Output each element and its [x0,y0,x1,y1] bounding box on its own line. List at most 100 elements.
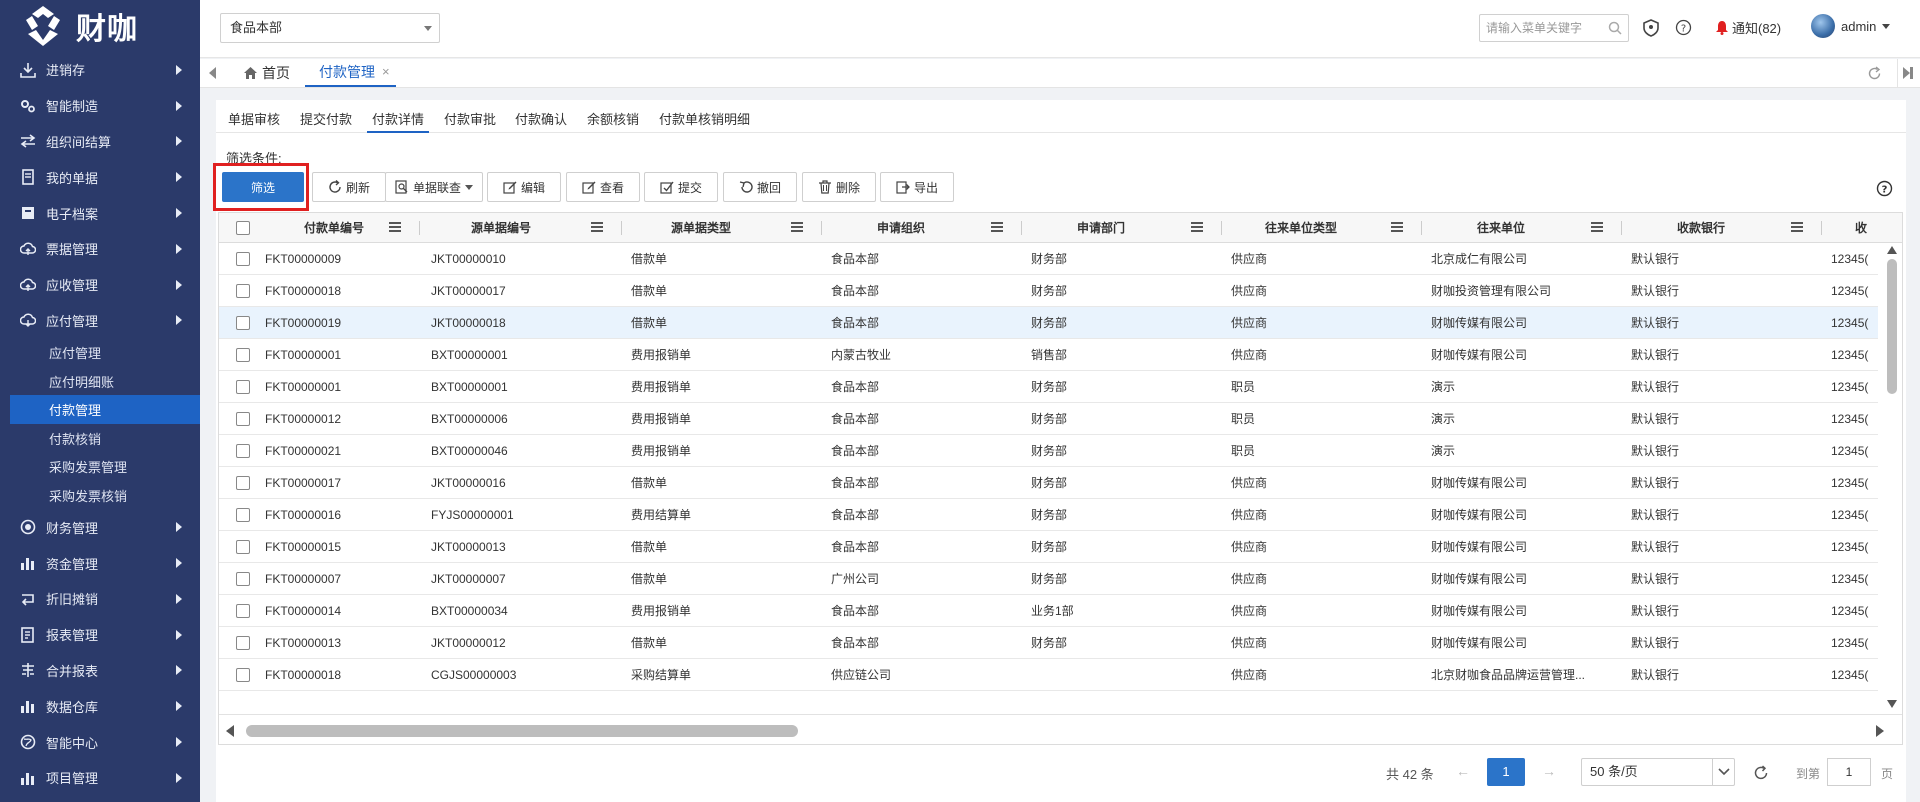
sidebar-item[interactable]: 财务管理 [0,509,200,545]
column-header[interactable]: 源单据编号 [431,213,571,243]
sidebar-subitem[interactable]: 采购发票核销 [0,481,200,510]
filter-button[interactable]: 筛选 [222,172,304,202]
table-row[interactable]: FKT00000018 JKT00000017 借款单 食品本部 财务部 供应商 财咖投资管… [219,275,1878,307]
column-header[interactable]: 收款银行 [1631,213,1771,243]
scroll-down-icon[interactable] [1886,699,1898,709]
sidebar-item[interactable]: 智能中心 [0,724,200,760]
sub-tab[interactable]: 付款详情 [367,109,430,133]
scroll-up-icon[interactable] [1886,245,1898,255]
table-row[interactable]: FKT00000019 JKT00000018 借款单 食品本部 财务部 供应商 财咖传媒有… [219,307,1878,339]
view-button[interactable]: 查看 [566,172,640,202]
row-checkbox[interactable] [236,604,250,618]
column-menu-icon[interactable] [1391,222,1403,232]
sidebar-item[interactable]: 我的单据 [0,159,200,195]
revoke-button[interactable]: 撤回 [723,172,797,202]
vertical-scrollbar[interactable] [1880,243,1902,742]
prev-page-button[interactable]: ← [1449,758,1477,786]
column-divider[interactable] [821,221,822,235]
column-header[interactable]: 往来单位 [1431,213,1571,243]
menu-search-input[interactable]: 请输入菜单关键字 [1479,14,1629,42]
sidebar-item[interactable]: 数据仓库 [0,688,200,724]
column-menu-icon[interactable] [1791,222,1803,232]
column-divider[interactable] [419,221,420,235]
table-row[interactable]: FKT00000017 JKT00000016 借款单 食品本部 财务部 供应商 财咖传媒有… [219,467,1878,499]
row-checkbox[interactable] [236,380,250,394]
column-menu-icon[interactable] [591,222,603,232]
refresh-icon[interactable] [1753,765,1769,781]
shield-icon[interactable] [1642,19,1660,37]
table-row[interactable]: FKT00000007 JKT00000007 借款单 广州公司 财务部 供应商 财咖传媒有… [219,563,1878,595]
column-header[interactable]: 源单据类型 [631,213,771,243]
row-checkbox[interactable] [236,636,250,650]
row-checkbox[interactable] [236,668,250,682]
table-row[interactable]: FKT00000016 FYJS00000001 费用结算单 食品本部 财务部 供应商 财咖… [219,499,1878,531]
table-row[interactable]: FKT00000012 BXT00000006 费用报销单 食品本部 财务部 职员 演示 默认… [219,403,1878,435]
horizontal-scroll-thumb[interactable] [246,725,798,737]
table-row[interactable]: FKT00000018 CGJS00000003 采购结算单 供应链公司 供应商 北京财咖… [219,659,1878,691]
sidebar-subitem[interactable]: 应付管理 [0,338,200,367]
table-row[interactable]: FKT00000021 BXT00000046 费用报销单 食品本部 财务部 职员 演示 默认… [219,435,1878,467]
sidebar-item[interactable]: 进销存 [0,52,200,88]
column-divider[interactable] [621,221,622,235]
tab-home[interactable]: 首页 [244,59,290,87]
row-checkbox[interactable] [236,540,250,554]
horizontal-scrollbar[interactable] [219,714,1902,744]
refresh-button[interactable]: 刷新 [312,172,386,202]
linked-query-button[interactable]: 单据联查 [385,172,483,202]
row-checkbox[interactable] [236,252,250,266]
refresh-tabs-icon[interactable] [1867,66,1882,81]
sidebar-item[interactable]: 项目管理 [0,760,200,796]
delete-button[interactable]: 删除 [802,172,876,202]
sidebar-item[interactable]: 资金管理 [0,545,200,581]
notification-button[interactable]: 通知(82) [1715,18,1781,37]
user-menu[interactable]: admin [1811,14,1891,38]
vertical-scroll-thumb[interactable] [1887,259,1897,394]
row-checkbox[interactable] [236,348,250,362]
sub-tab[interactable]: 单据审核 [228,109,280,133]
column-menu-icon[interactable] [791,222,803,232]
row-checkbox[interactable] [236,572,250,586]
search-icon[interactable] [1608,21,1622,35]
sidebar-item[interactable]: 合并报表 [0,653,200,689]
next-page-button[interactable]: → [1535,758,1563,786]
sub-tab[interactable]: 付款审批 [444,109,496,133]
sidebar-item[interactable]: 应付管理 [0,303,200,339]
sidebar-item[interactable]: 报表管理 [0,617,200,653]
column-header[interactable]: 付款单编号 [229,213,369,243]
table-row[interactable]: FKT00000015 JKT00000013 借款单 食品本部 财务部 供应商 财咖传媒有… [219,531,1878,563]
table-row[interactable]: FKT00000013 JKT00000012 借款单 食品本部 财务部 供应商 财咖传媒有… [219,627,1878,659]
sidebar-item[interactable]: 折旧摊销 [0,581,200,617]
column-header[interactable]: 往来单位类型 [1231,213,1371,243]
page-size-select[interactable]: 50 条/页 [1581,758,1735,786]
close-icon[interactable]: × [382,58,390,86]
column-menu-icon[interactable] [1591,222,1603,232]
edit-button[interactable]: 编辑 [487,172,561,202]
export-button[interactable]: 导出 [880,172,954,202]
sidebar-subitem[interactable]: 采购发票管理 [0,452,200,481]
current-page-button[interactable]: 1 [1487,758,1525,786]
organization-select[interactable]: 食品本部 [220,13,440,43]
goto-page-input[interactable]: 1 [1827,758,1871,786]
table-row[interactable]: FKT00000009 JKT00000010 借款单 食品本部 财务部 供应商 北京成仁有… [219,243,1878,275]
sidebar-item[interactable]: 应收管理 [0,267,200,303]
submit-button[interactable]: 提交 [644,172,718,202]
column-menu-icon[interactable] [1191,222,1203,232]
row-checkbox[interactable] [236,476,250,490]
scroll-left-icon[interactable] [208,67,218,79]
sidebar-item[interactable]: 组织间结算 [0,124,200,160]
sidebar-item[interactable]: 电子档案 [0,195,200,231]
table-row[interactable]: FKT00000001 BXT00000001 费用报销单 食品本部 财务部 职员 演示 默认… [219,371,1878,403]
row-checkbox[interactable] [236,444,250,458]
table-row[interactable]: FKT00000014 BXT00000034 费用报销单 食品本部 业务1部 供应商 财咖… [219,595,1878,627]
column-menu-icon[interactable] [991,222,1003,232]
sub-tab[interactable]: 付款单核销明细 [659,109,750,133]
sub-tab[interactable]: 付款确认 [515,109,567,133]
sidebar-item[interactable]: 智能制造 [0,88,200,124]
row-checkbox[interactable] [236,284,250,298]
sidebar-item[interactable]: 票据管理 [0,231,200,267]
column-divider[interactable] [1221,221,1222,235]
brand-logo[interactable]: 财咖 [0,0,200,52]
help-icon[interactable]: ? [1675,19,1692,36]
sidebar-subitem[interactable]: 付款核销 [0,424,200,453]
row-checkbox[interactable] [236,508,250,522]
